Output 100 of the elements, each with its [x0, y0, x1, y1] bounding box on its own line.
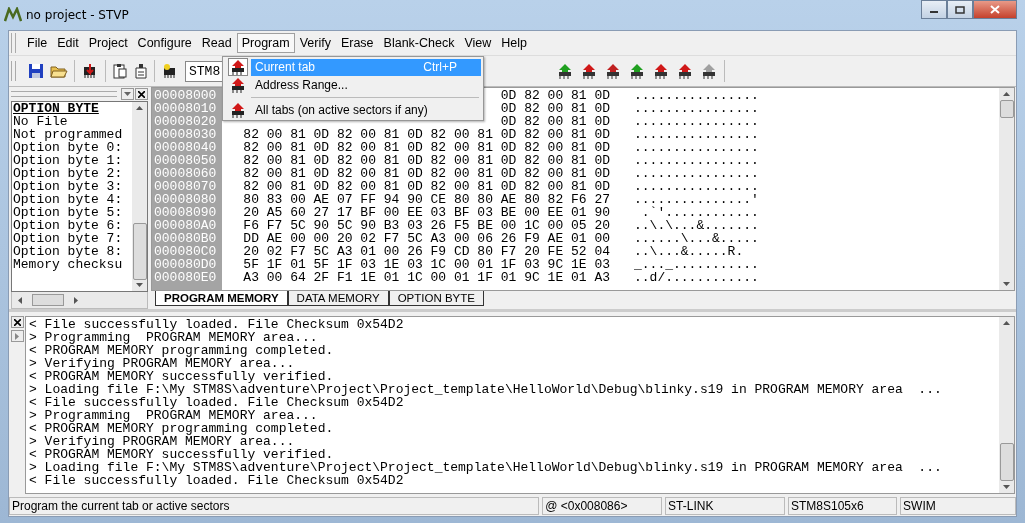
- hex-bytes: 80 83 00 AE 07 FF 94 90 CE 80 80 AE 80 82 F6 27: [243, 193, 610, 206]
- address-cell-text: 00008060: [154, 167, 218, 180]
- scroll-thumb[interactable]: [32, 294, 64, 306]
- ascii-text: ................: [634, 141, 760, 154]
- hex-bytes: 20 A5 60 27 17 BF 00 EE 03 BF 03 BE 00 EE 01 90: [243, 206, 610, 219]
- hex-bytes: F6 F7 5C 90 5C 90 B3 03 26 F5 BE 00 1C 00 05 20: [243, 219, 610, 232]
- menu-item[interactable]: Address Range...: [251, 76, 481, 94]
- chip-icon[interactable]: [652, 63, 670, 79]
- caret-icon: [124, 92, 131, 96]
- window-title: no project - STVP: [26, 8, 129, 22]
- status-text: @ <0x008086>: [542, 497, 663, 515]
- maximize-button[interactable]: [947, 0, 973, 19]
- up-arrow-icon[interactable]: [1003, 321, 1010, 325]
- menu-item[interactable]: Project: [83, 33, 133, 53]
- address-cell-text: 00008070: [154, 180, 218, 193]
- list-item[interactable]: Option byte 0:: [13, 141, 132, 154]
- maximize-icon: [955, 5, 965, 14]
- tab[interactable]: PROGRAM MEMORY: [155, 291, 288, 306]
- up-arrow-icon[interactable]: [136, 106, 143, 110]
- list-item[interactable]: Option byte 1:: [13, 154, 132, 167]
- menu-item[interactable]: View: [459, 33, 497, 53]
- list-item[interactable]: Option byte 3:: [13, 180, 132, 193]
- scrollbar[interactable]: [11, 292, 148, 309]
- open-folder-icon[interactable]: [50, 63, 68, 79]
- hex-bytes: 82 00 81 0D 82 00 81 0D 82 00 81 0D 82 00 81 0D: [243, 167, 610, 180]
- status-text: Program the current tab or active sectors: [9, 497, 540, 515]
- log-line: > Verifying PROGRAM MEMORY area...: [29, 435, 295, 448]
- scroll-thumb[interactable]: [132, 223, 147, 280]
- down-arrow-icon[interactable]: [1003, 282, 1010, 286]
- chip-icon[interactable]: [604, 63, 622, 79]
- hex-bytes: 0D 82 00 81 0D: [500, 102, 610, 115]
- close-button[interactable]: [10, 316, 24, 328]
- menu-item[interactable]: Blank-Check: [378, 33, 460, 53]
- address-cell-text: 00008040: [154, 141, 218, 154]
- menu-item[interactable]: Verify: [294, 33, 336, 53]
- list-item[interactable]: Option byte 6:: [13, 219, 132, 232]
- up-arrow-icon[interactable]: [1003, 92, 1010, 96]
- chip-icon[interactable]: [556, 63, 574, 79]
- down-arrow-icon[interactable]: [1003, 485, 1010, 489]
- chip-icon[interactable]: [676, 63, 694, 79]
- ascii-text: .`'............: [640, 206, 760, 219]
- status-text: STM8S105x6: [787, 497, 898, 515]
- tab[interactable]: DATA MEMORY: [287, 291, 389, 306]
- right-arrow-icon[interactable]: [74, 296, 78, 304]
- menu-item[interactable]: File: [22, 33, 53, 53]
- hex-bytes: 82 00 81 0D 82 00 81 0D 82 00 81 0D 82 00 81 0D: [243, 180, 610, 193]
- log-line: < PROGRAM MEMORY successfully verified.: [29, 370, 334, 383]
- ascii-text: ................: [634, 102, 760, 115]
- scrollbar[interactable]: [999, 88, 1014, 290]
- address-cell-text: 000080A0: [154, 219, 218, 232]
- list-item[interactable]: Option byte 5:: [13, 206, 132, 219]
- close-button[interactable]: [135, 88, 148, 100]
- ascii-text: ................: [634, 167, 760, 180]
- list-item[interactable]: Option byte 8:: [13, 245, 132, 258]
- menu-item[interactable]: Read: [196, 33, 237, 53]
- chip-icon[interactable]: [700, 63, 718, 79]
- ascii-text: ................: [634, 154, 760, 167]
- dropdown-button[interactable]: [121, 88, 134, 100]
- ascii-text: ......\...&.....: [634, 232, 760, 245]
- list-item[interactable]: No File: [13, 115, 132, 128]
- hex-bytes: DD AE 00 00 20 02 F7 5C A3 00 06 26 F9 AE 01 00: [243, 232, 610, 245]
- chip-icon[interactable]: [628, 63, 646, 79]
- chip-icon[interactable]: [580, 63, 598, 79]
- menu-item[interactable]: Help: [496, 33, 533, 53]
- scroll-thumb[interactable]: [999, 100, 1014, 118]
- log-line: > Programming PROGRAM MEMORY area...: [29, 409, 319, 422]
- log-line: < File successfully loaded. File Checksum 0x54D2: [29, 474, 404, 487]
- status-text: SWIM: [900, 497, 1016, 515]
- log-line: < PROGRAM MEMORY successfully verified.: [29, 448, 334, 461]
- left-arrow-icon[interactable]: [18, 296, 22, 304]
- scrollbar[interactable]: [999, 317, 1014, 493]
- menu-item[interactable]: Edit: [52, 33, 84, 53]
- list-item[interactable]: Option byte 7:: [13, 232, 132, 245]
- ascii-text: ................: [634, 89, 760, 102]
- right-arrow-icon: [15, 332, 19, 340]
- menu-item[interactable]: Configure: [132, 33, 197, 53]
- list-item[interactable]: Memory checksu: [13, 258, 132, 271]
- hex-bytes: A3 00 64 2F F1 1E 01 1C 00 01 1F 01 9C 1E 01 A3: [243, 271, 610, 284]
- list-item[interactable]: Option byte 4:: [13, 193, 132, 206]
- log-line: > Loading file F:\My STM8S\adventure\Project\Project_template\HelloWorld\Debug\blinky.s19 in PROGRAM MEMORY area ...: [29, 461, 943, 474]
- menu-item[interactable]: Erase: [335, 33, 379, 53]
- scrollbar[interactable]: [132, 102, 147, 291]
- document-icon[interactable]: [134, 63, 148, 79]
- address-cell-text: 00008090: [154, 206, 218, 219]
- close-icon: [990, 5, 1000, 14]
- list-item[interactable]: Not programmed: [13, 128, 132, 141]
- log-line: < PROGRAM MEMORY programming completed.: [29, 422, 335, 435]
- ascii-text: ................: [634, 128, 760, 141]
- list-item[interactable]: Option byte 2:: [13, 167, 132, 180]
- save-icon[interactable]: [28, 63, 44, 79]
- address-cell-text: 00008080: [154, 193, 218, 206]
- clipboard-icon[interactable]: [112, 63, 128, 79]
- scroll-thumb[interactable]: [999, 443, 1014, 481]
- minimize-button[interactable]: [921, 0, 947, 19]
- tab[interactable]: OPTION BYTE: [388, 291, 484, 306]
- log-line: > Programming PROGRAM MEMORY area...: [29, 331, 319, 344]
- menu-item[interactable]: Program: [236, 33, 295, 53]
- menu-item[interactable]: All tabs (on active sectors if any): [251, 101, 481, 119]
- down-arrow-icon[interactable]: [136, 283, 143, 287]
- hex-bytes: 5F 1F 01 5F 1F 03 1E 03 1C 00 01 1F 03 9C 1E 03: [243, 258, 610, 271]
